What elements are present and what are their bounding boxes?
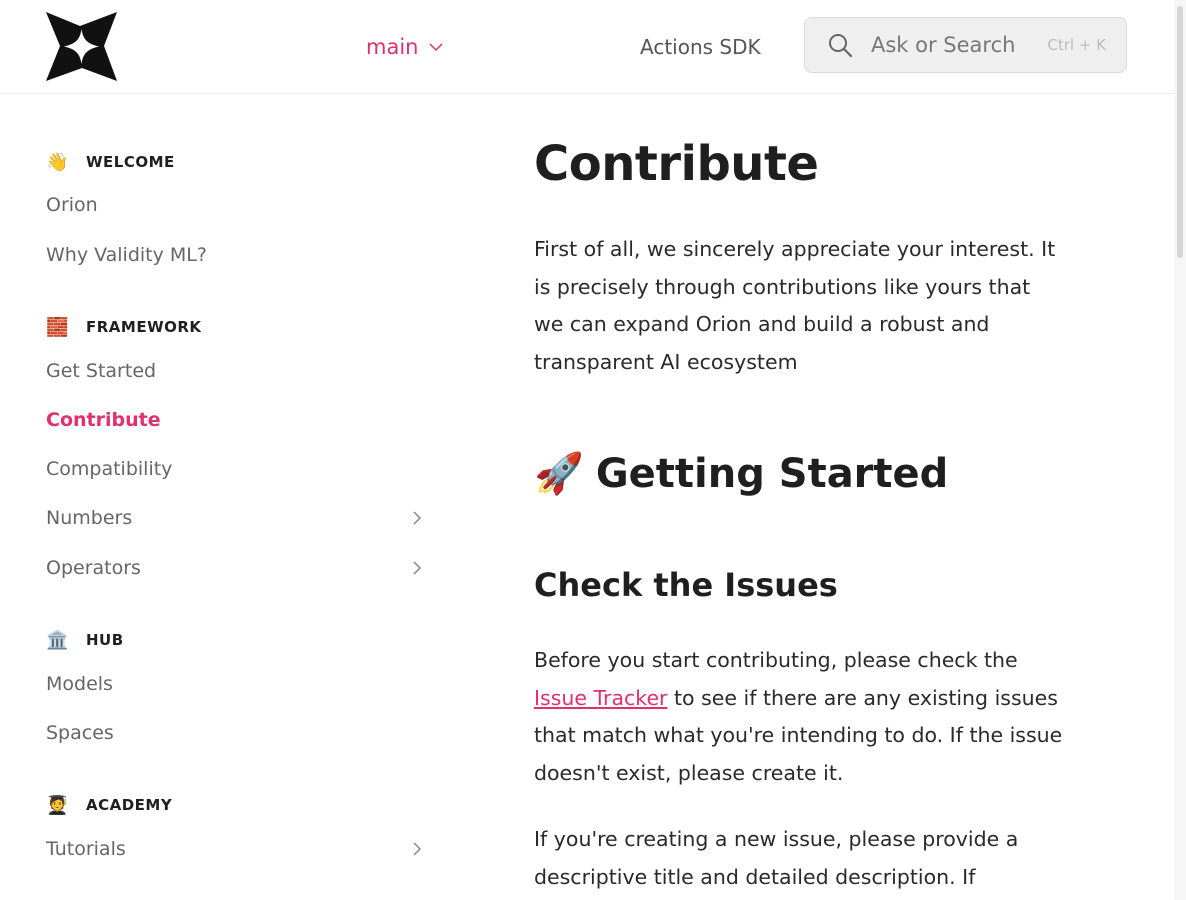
sidebar-item-label: Operators	[46, 557, 141, 579]
sidebar-item-label: Numbers	[46, 507, 133, 529]
sidebar-item-operators[interactable]: Operators	[46, 553, 426, 583]
search-icon	[829, 34, 853, 58]
sidebar-item-label: Models	[46, 673, 113, 695]
version-label: main	[366, 35, 419, 59]
heading-text: Getting Started	[595, 450, 949, 497]
rocket-icon: 🚀	[534, 451, 584, 497]
actions-sdk-link[interactable]: Actions SDK	[640, 30, 761, 64]
sidebar-item-models[interactable]: Models	[46, 669, 426, 699]
section-hub: 🏛️ HUB	[46, 628, 124, 652]
issue-tracker-link[interactable]: Issue Tracker	[534, 686, 667, 710]
chevron-right-icon[interactable]	[410, 842, 424, 856]
section-academy: 🧑‍🎓 ACADEMY	[46, 793, 172, 817]
sparkle-logo-icon[interactable]	[46, 12, 117, 81]
sidebar-item-get-started[interactable]: Get Started	[46, 356, 426, 386]
search-placeholder: Ask or Search	[871, 33, 1016, 57]
new-issue-paragraph: If you're creating a new issue, please p…	[534, 827, 1019, 889]
page-title: Contribute	[534, 136, 819, 192]
chevron-right-icon[interactable]	[410, 511, 424, 525]
classical-building-icon: 🏛️	[46, 629, 69, 651]
sidebar-item-numbers[interactable]: Numbers	[46, 503, 426, 533]
chevron-down-icon	[429, 43, 444, 52]
sidebar-item-label: Spaces	[46, 722, 114, 744]
bricks-icon: 🧱	[46, 316, 69, 338]
paragraph-text: Before you start contributing, please ch…	[534, 648, 1018, 672]
sidebar-item-compatibility[interactable]: Compatibility	[46, 454, 426, 484]
search-box[interactable]: Ask or Search Ctrl + K	[804, 17, 1127, 73]
version-selector[interactable]: main	[366, 30, 444, 64]
sidebar-item-label: Contribute	[46, 409, 161, 431]
sidebar-item-label: Tutorials	[46, 838, 126, 860]
intro-paragraph: First of all, we sincerely appreciate yo…	[534, 237, 1056, 375]
section-framework: 🧱 FRAMEWORK	[46, 315, 202, 339]
sidebar-item-spaces[interactable]: Spaces	[46, 718, 426, 748]
chevron-right-icon[interactable]	[410, 561, 424, 575]
sidebar-item-tutorials[interactable]: Tutorials	[46, 834, 426, 864]
sidebar-item-why-validity-ml[interactable]: Why Validity ML?	[46, 240, 426, 270]
section-title: FRAMEWORK	[86, 318, 202, 336]
section-title: WELCOME	[86, 153, 175, 171]
waving-hand-icon: 👋	[46, 151, 69, 173]
search-shortcut: Ctrl + K	[1047, 36, 1106, 54]
heading-getting-started: 🚀 Getting Started	[534, 450, 949, 498]
section-welcome: 👋 WELCOME	[46, 150, 175, 174]
sidebar-item-label: Orion	[46, 194, 98, 216]
heading-check-the-issues: Check the Issues	[534, 566, 838, 604]
issues-paragraph: Before you start contributing, please ch…	[534, 642, 1064, 793]
sidebar-item-label: Get Started	[46, 360, 157, 382]
section-title: HUB	[86, 631, 124, 649]
top-header: main Actions SDK Ask or Search Ctrl + K	[0, 0, 1174, 94]
sidebar-item-label: Why Validity ML?	[46, 244, 207, 266]
sidebar-item-label: Compatibility	[46, 458, 173, 480]
scrollbar-thumb[interactable]	[1177, 6, 1183, 258]
student-icon: 🧑‍🎓	[46, 794, 69, 816]
section-title: ACADEMY	[86, 796, 173, 814]
page-scrollbar[interactable]	[1174, 0, 1186, 900]
sidebar-item-contribute[interactable]: Contribute	[46, 405, 426, 435]
sidebar-item-orion[interactable]: Orion	[46, 190, 426, 220]
